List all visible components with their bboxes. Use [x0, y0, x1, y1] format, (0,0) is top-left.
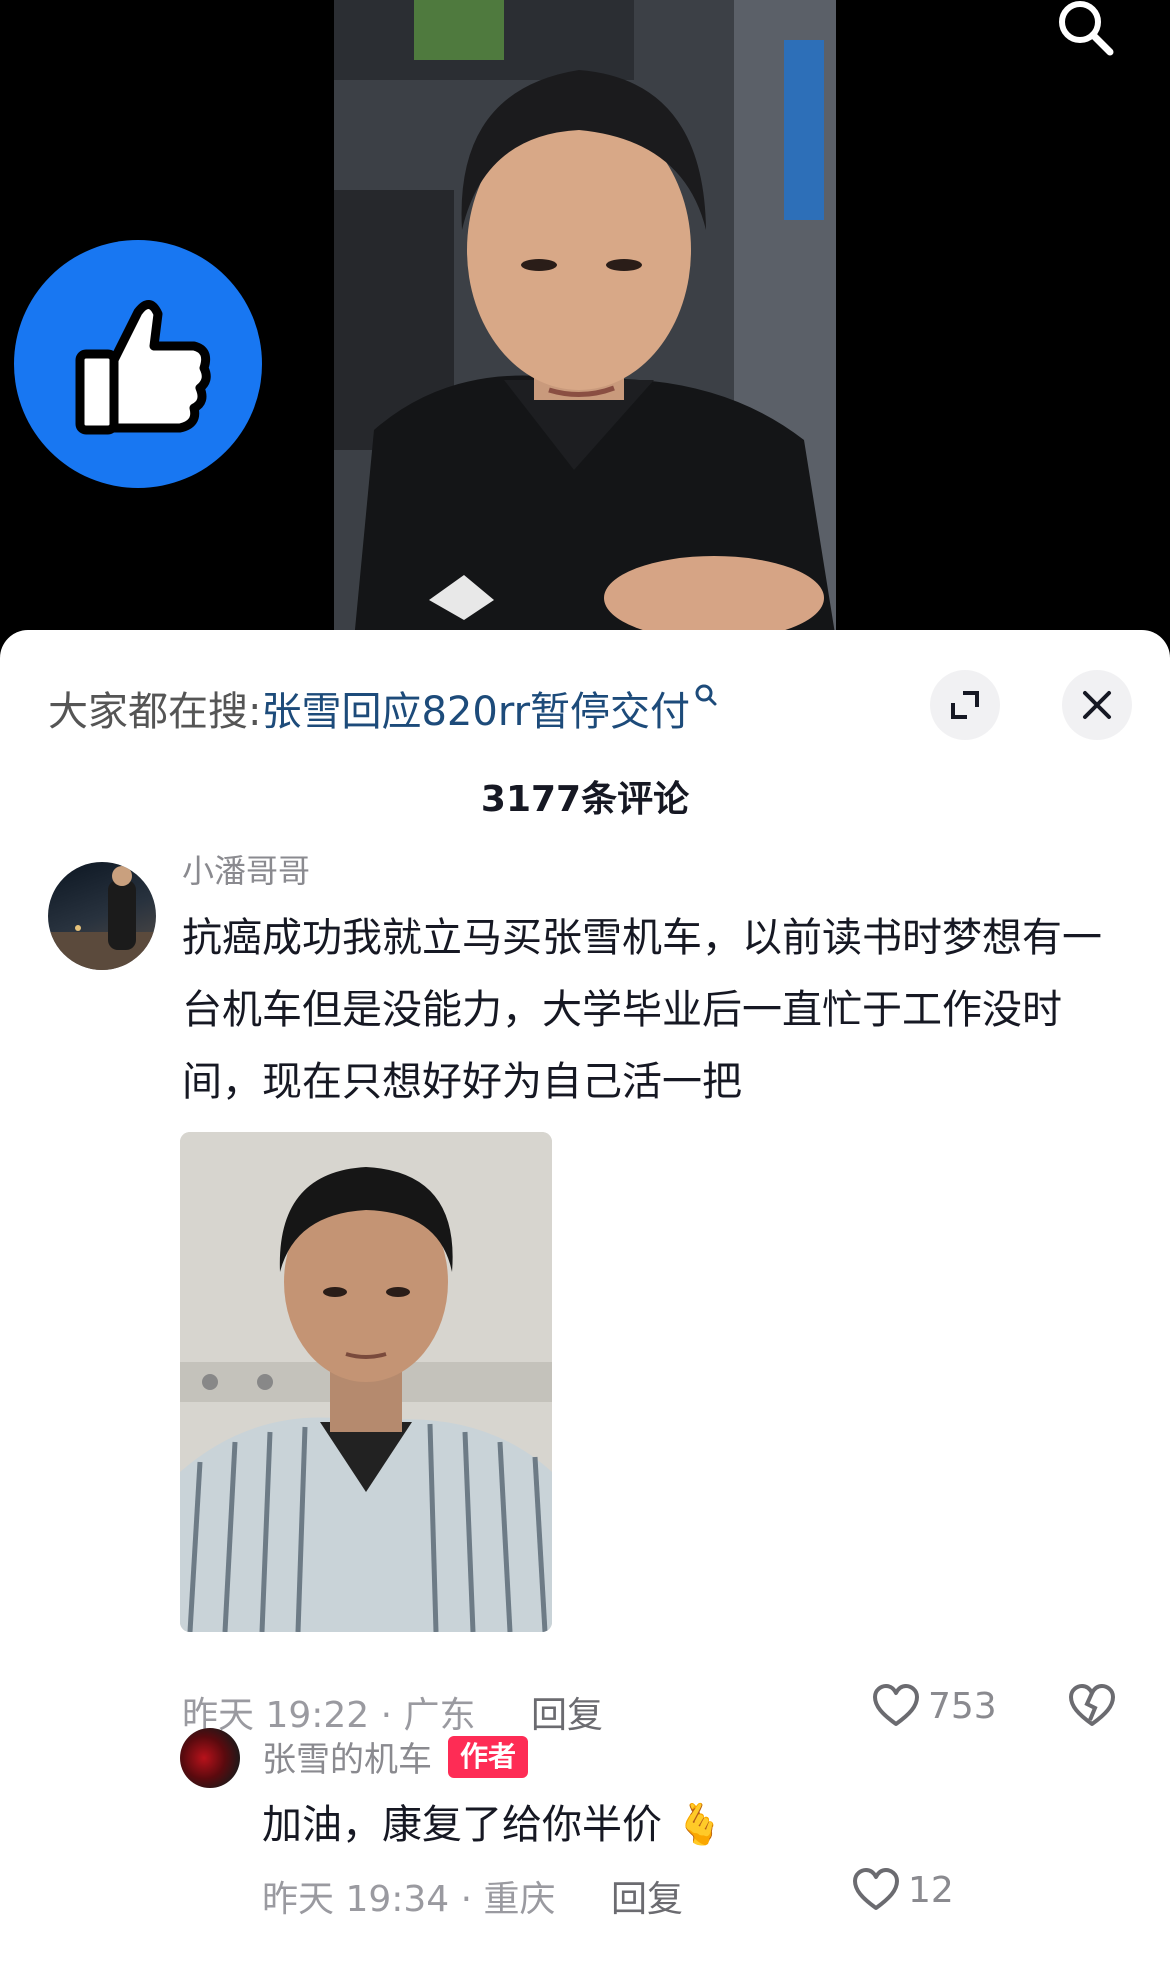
close-button[interactable]	[1062, 670, 1132, 740]
comment-panel: 大家都在搜: 张雪回应820rr暂停交付 3177条评论 小潘哥哥 抗癌成功我就…	[0, 630, 1170, 1964]
reply-like-button[interactable]: 12	[852, 1868, 954, 1912]
search-button[interactable]	[1050, 0, 1120, 60]
broken-heart-icon	[1069, 1684, 1115, 1726]
video-person-image	[334, 0, 836, 640]
heart-icon	[853, 1868, 899, 1910]
small-search-icon	[694, 681, 718, 715]
commenter-username[interactable]: 小潘哥哥	[182, 846, 310, 892]
trending-prefix: 大家都在搜:	[48, 689, 262, 735]
search-icon	[1059, 1, 1114, 56]
commenter-avatar[interactable]	[48, 862, 156, 970]
reply-text: 加油，康复了给你半价 🫰	[262, 1792, 725, 1850]
comment-photo-image	[180, 1132, 552, 1632]
reply-avatar[interactable]	[180, 1728, 240, 1788]
video-frame[interactable]	[334, 0, 836, 640]
video-area[interactable]	[0, 0, 1170, 640]
comment-like-count: 753	[928, 1685, 997, 1727]
reply-text-content: 加油，康复了给你半价	[262, 1802, 662, 1848]
thumbs-up-badge	[14, 240, 262, 488]
comment-reply-button[interactable]: 回复	[531, 1695, 603, 1736]
reply-meta: 昨天 19:34 · 重庆 回复	[262, 1870, 683, 1922]
reply-username[interactable]: 张雪的机车	[262, 1732, 432, 1781]
reply-reply-button[interactable]: 回复	[611, 1879, 683, 1920]
trending-query-link[interactable]: 张雪回应820rr暂停交付	[261, 679, 690, 737]
thumbs-up-icon	[75, 300, 211, 435]
comment-like-button[interactable]: 753	[872, 1684, 997, 1728]
trending-search-bar[interactable]: 大家都在搜: 张雪回应820rr暂停交付	[48, 678, 718, 738]
expand-button[interactable]	[930, 670, 1000, 740]
reply-time-location: 昨天 19:34 · 重庆	[262, 1879, 556, 1920]
comment-meta: 昨天 19:22 · 广东 回复	[182, 1686, 603, 1738]
comment-dislike-button[interactable]	[1068, 1684, 1116, 1732]
reply-header: 张雪的机车 作者	[262, 1732, 529, 1781]
expand-icon	[951, 691, 979, 719]
comment-photo[interactable]	[180, 1132, 552, 1632]
comment-text: 抗癌成功我就立马买张雪机车，以前读书时梦想有一台机车但是没能力，大学毕业后一直忙…	[182, 915, 1102, 1105]
reply-like-count: 12	[908, 1869, 954, 1911]
finger-heart-emoji: 🫰	[674, 1802, 725, 1848]
heart-icon	[873, 1684, 919, 1726]
close-icon	[1083, 691, 1111, 719]
author-badge: 作者	[448, 1735, 529, 1778]
comment-count: 3177条评论	[480, 779, 690, 820]
comment-time-location: 昨天 19:22 · 广东	[182, 1695, 476, 1736]
